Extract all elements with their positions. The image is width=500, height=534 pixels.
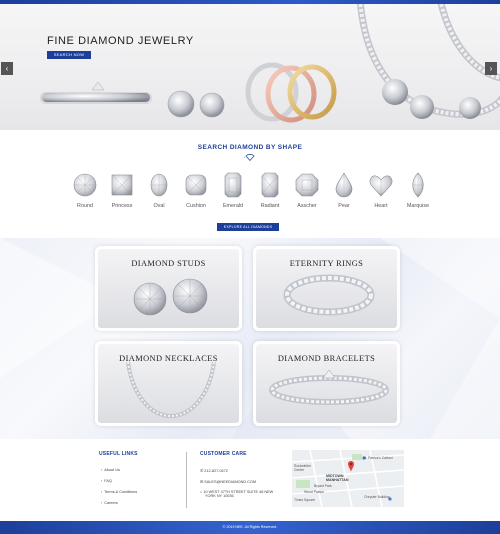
footer-link-about-us[interactable]: About Us [101, 468, 120, 472]
map-label: Bryant Park [314, 484, 332, 488]
shape-emerald[interactable]: Emerald [216, 172, 250, 209]
shape-heart[interactable]: Heart [364, 172, 398, 209]
category-card-diamond-studs[interactable]: DIAMOND STUDS [95, 246, 242, 331]
explore-all-diamonds-button[interactable]: EXPLORE ALL DIAMONDS [217, 223, 279, 231]
map-label: MIDTOWN MANHATTAN [326, 474, 349, 482]
diamond-divider-icon [244, 154, 255, 161]
footer-link-careers[interactable]: Careers [101, 501, 118, 505]
shape-oval[interactable]: Oval [142, 172, 176, 209]
footer-address: ⌂ 10 WEST 47TH STREET SUITE 48 NEW YORK … [200, 490, 273, 498]
shape-label: Oval [153, 203, 165, 209]
hero-tennis-bracelet [40, 81, 152, 104]
marquise-diamond-icon [412, 172, 424, 198]
shape-label: Cushion [186, 203, 206, 209]
hero-title: FINE DIAMOND JEWELRY [47, 35, 194, 47]
shape-list: Round Princess Oval Cushion Emerald Radi… [68, 172, 432, 216]
shape-label: Asscher [297, 203, 317, 209]
map-label: St. Patrick's Cathed [363, 456, 393, 460]
hero-banner: FINE DIAMOND JEWELRY SEARCH NOW ‹ › [0, 4, 500, 130]
emerald-diamond-icon [224, 172, 242, 198]
princess-diamond-icon [111, 174, 133, 196]
shape-label: Emerald [222, 203, 244, 209]
map-label: Wood Palace [304, 490, 325, 494]
shape-label: Pear [338, 203, 350, 209]
customer-care-title: CUSTOMER CARE [200, 451, 247, 457]
map-label: Times Square [294, 498, 315, 502]
cushion-diamond-icon [185, 174, 207, 196]
shape-asscher[interactable]: Asscher [290, 172, 324, 209]
address-line-2: YORK NY 10036 [205, 494, 234, 498]
hero-jewelry-image [40, 4, 500, 123]
carousel-next-arrow[interactable]: › [485, 62, 497, 75]
footer-divider [186, 452, 187, 508]
map-label: Chrysler Building [364, 495, 390, 499]
shape-label: Radiant [260, 203, 280, 209]
copyright-text: © 2019 NEE. All Rights Reserved. [222, 525, 278, 529]
footer-phone: ✆ 212-827-0472 [200, 468, 228, 473]
shape-princess[interactable]: Princess [105, 172, 139, 209]
heart-diamond-icon [369, 175, 393, 197]
shape-marquise[interactable]: Marquise [401, 172, 435, 209]
shape-radiant[interactable]: Radiant [253, 172, 287, 209]
round-diamond-icon [73, 173, 97, 197]
map-label: Rockefeller Center [294, 464, 311, 472]
shape-cushion[interactable]: Cushion [179, 172, 213, 209]
category-title: DIAMOND STUDS [131, 259, 206, 268]
category-title: DIAMOND BRACELETS [277, 354, 376, 363]
shape-round[interactable]: Round [68, 172, 102, 209]
shape-label: Marquise [406, 203, 430, 209]
shape-label: Round [77, 203, 93, 209]
radiant-diamond-icon [261, 172, 279, 198]
category-title: DIAMOND NECKLACES [119, 354, 218, 363]
section-background-pattern [0, 238, 500, 439]
location-map[interactable]: St. Patrick's Cathed Rockefeller Center … [291, 449, 405, 508]
phone-number: 212-827-0472 [204, 469, 228, 473]
shape-pear[interactable]: Pear [327, 172, 361, 209]
oval-diamond-icon [150, 173, 168, 197]
shape-label: Princess [111, 203, 133, 209]
copyright-bar: © 2019 NEE. All Rights Reserved. [0, 521, 500, 534]
category-card-eternity-rings[interactable]: ETERNITY RINGS [253, 246, 400, 331]
useful-links-title: USEFUL LINKS [99, 451, 138, 457]
category-card-diamond-necklaces[interactable]: DIAMOND NECKLACES [95, 341, 242, 426]
email-address: SALES@NEEDIAMOND.COM [204, 480, 256, 484]
category-card-diamond-bracelets[interactable]: DIAMOND BRACELETS [253, 341, 400, 426]
pear-diamond-icon [335, 172, 353, 198]
shape-label: Heart [374, 203, 388, 209]
footer-link-terms[interactable]: Terms & Conditions [101, 490, 137, 494]
footer-email[interactable]: ✉ SALES@NEEDIAMOND.COM [200, 479, 256, 484]
category-title: ETERNITY RINGS [289, 259, 364, 268]
asscher-diamond-icon [295, 173, 319, 197]
category-section [0, 238, 500, 439]
footer-link-faq[interactable]: FAQ [101, 479, 112, 483]
shapes-heading: SEARCH DIAMOND BY SHAPE [197, 144, 303, 151]
carousel-prev-arrow[interactable]: ‹ [1, 62, 13, 75]
search-now-button[interactable]: SEARCH NOW [47, 51, 91, 59]
